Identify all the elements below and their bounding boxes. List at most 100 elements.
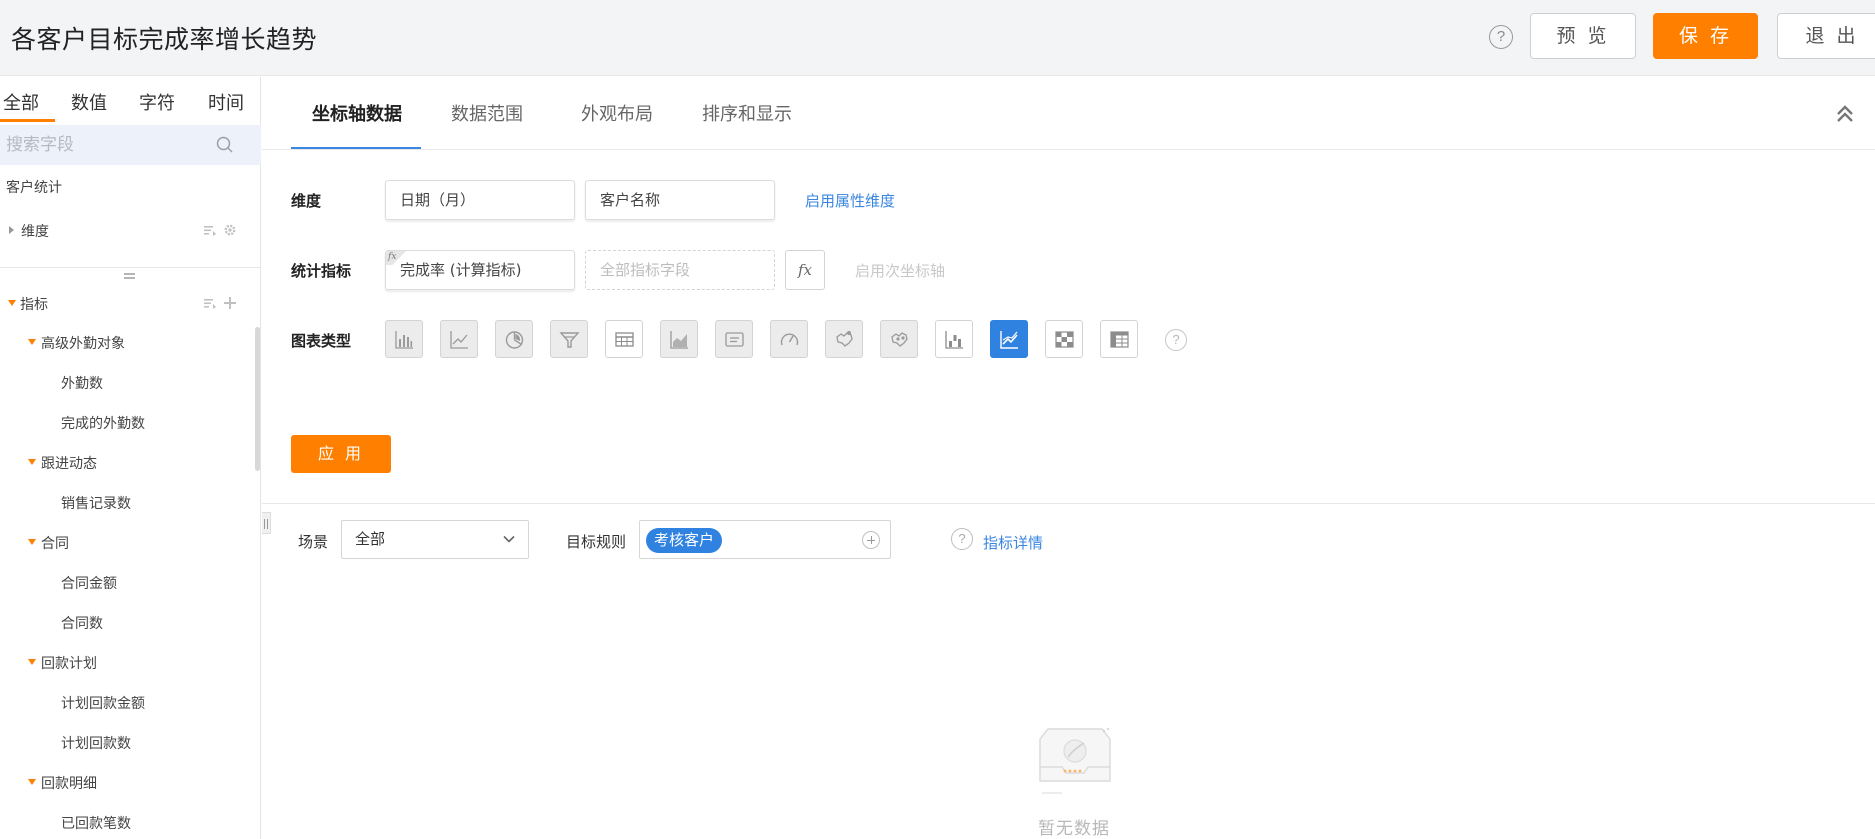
scatter-map-icon[interactable] [880,320,918,358]
sort-icon[interactable] [203,223,217,237]
config-tabs: 坐标轴数据 数据范围 外观布局 排序和显示 [262,77,1875,150]
formula-button[interactable]: fx [785,250,825,290]
active-tab-indicator [0,119,55,122]
field-label: 合同金额 [61,576,117,592]
group-label: 高级外勤对象 [41,336,125,352]
tab-appearance[interactable]: 外观布局 [581,100,653,126]
dimension-node[interactable]: 维度 [0,218,250,242]
tab-axis-data[interactable]: 坐标轴数据 [312,100,402,126]
metric-details-link[interactable]: 指标详情 [983,532,1043,553]
field-label: 计划回款金额 [61,696,145,712]
dimension-row-label: 维度 [291,192,322,210]
field-item[interactable]: 合同数 [0,610,250,634]
resize-handle[interactable] [124,273,135,279]
metrics-label: 指标 [20,297,48,313]
empty-state-text: 暂无数据 [1038,819,1110,839]
metric-drop-placeholder[interactable]: 全部指标字段 [585,250,775,290]
field-sidebar: 全部 数值 字符 时间 客户统计 维度 指标 [0,77,261,839]
metric-row-label: 统计指标 [291,262,352,280]
group-label: 合同 [41,536,69,552]
enable-secondary-axis[interactable]: 启用次坐标轴 [855,260,945,281]
sidebar-divider [0,267,261,268]
caret-down-icon [8,300,16,306]
line-chart-icon[interactable] [440,320,478,358]
sort-icon[interactable] [203,296,217,310]
dimension-field-customer[interactable]: 客户名称 [585,180,775,220]
fx-badge: fx [386,251,406,265]
double-chevron-up-icon[interactable] [1835,103,1855,125]
active-tab-indicator [291,147,421,149]
page-title: 各客户目标完成率增长趋势 [11,25,318,54]
metric-field[interactable]: fx 完成率 (计算指标) [385,250,575,290]
scene-value: 全部 [355,530,386,548]
caret-down-icon [28,459,36,465]
empty-box-icon [1039,728,1111,794]
section-title: 客户统计 [6,180,62,196]
field-item[interactable]: 合同金额 [0,570,250,594]
pie-chart-icon[interactable] [495,320,533,358]
dimension-field-date[interactable]: 日期（月） [385,180,575,220]
field-label: 外勤数 [61,376,103,392]
heatmap-chart-icon[interactable] [1045,320,1083,358]
search-input[interactable] [6,132,206,158]
preview-button[interactable]: 预 览 [1530,13,1636,59]
caret-down-icon [28,539,36,545]
field-item[interactable]: 完成的外勤数 [0,410,250,434]
field-label: 计划回款数 [61,736,131,752]
chart-config-panel: 坐标轴数据 数据范围 外观布局 排序和显示 维度 日期（月） 客户名称 启用属性… [262,77,1875,503]
funnel-chart-icon[interactable] [550,320,588,358]
save-button[interactable]: 保 存 [1653,13,1758,59]
add-rule-icon[interactable] [862,531,880,549]
search-icon[interactable] [215,135,235,155]
area-chart-icon[interactable] [660,320,698,358]
field-type-tabs: 全部 数值 字符 时间 [0,77,261,124]
enable-attribute-dimension-link[interactable]: 启用属性维度 [805,190,895,211]
card-chart-icon[interactable] [715,320,753,358]
group-node[interactable]: 回款计划 [0,650,250,674]
target-rule-label: 目标规则 [566,533,627,551]
group-node[interactable]: 跟进动态 [0,450,250,474]
tab-all[interactable]: 全部 [3,89,39,115]
scene-select[interactable]: 全部 [341,520,529,559]
field-label: 完成的外勤数 [61,416,145,432]
table-chart-icon[interactable] [605,320,643,358]
field-search [0,125,261,165]
section-divider [262,503,1875,504]
field-item[interactable]: 已回款笔数 [0,810,250,834]
apply-button[interactable]: 应 用 [291,435,391,473]
tab-numeric[interactable]: 数值 [71,89,107,115]
map-chart-icon[interactable] [825,320,863,358]
exit-button[interactable]: 退 出 [1777,13,1875,59]
tab-string[interactable]: 字符 [139,89,175,115]
sidebar-collapse-handle[interactable] [262,512,271,534]
pivot-table-icon[interactable] [1100,320,1138,358]
chart-type-help-icon[interactable]: ? [1165,329,1187,351]
group-label: 回款明细 [41,776,97,792]
waterfall-chart-icon[interactable] [935,320,973,358]
field-item[interactable]: 计划回款数 [0,730,250,754]
chevron-down-icon [503,535,515,543]
tab-time[interactable]: 时间 [208,89,244,115]
group-node[interactable]: 回款明细 [0,770,250,794]
group-node[interactable]: 高级外勤对象 [0,330,250,354]
target-rule-select[interactable]: 考核客户 [639,520,891,559]
field-label: 销售记录数 [61,496,131,512]
tab-data-range[interactable]: 数据范围 [451,100,523,126]
bar-chart-icon[interactable] [385,320,423,358]
field-label: 已回款笔数 [61,816,131,832]
sidebar-scrollbar[interactable] [255,327,260,471]
add-icon[interactable] [223,296,237,310]
tab-sort-display[interactable]: 排序和显示 [702,100,792,126]
gauge-chart-icon[interactable] [770,320,808,358]
group-node[interactable]: 合同 [0,530,250,554]
field-item[interactable]: 计划回款金额 [0,690,250,714]
gear-icon[interactable] [223,223,237,237]
metrics-node[interactable]: 指标 [0,291,250,315]
metric-help-icon[interactable]: ? [951,528,973,550]
field-item[interactable]: 外勤数 [0,370,250,394]
field-item[interactable]: 销售记录数 [0,490,250,514]
rule-tag[interactable]: 考核客户 [646,528,723,553]
trend-line-chart-icon[interactable] [990,320,1028,358]
help-icon[interactable]: ? [1489,25,1513,49]
caret-down-icon [28,339,36,345]
